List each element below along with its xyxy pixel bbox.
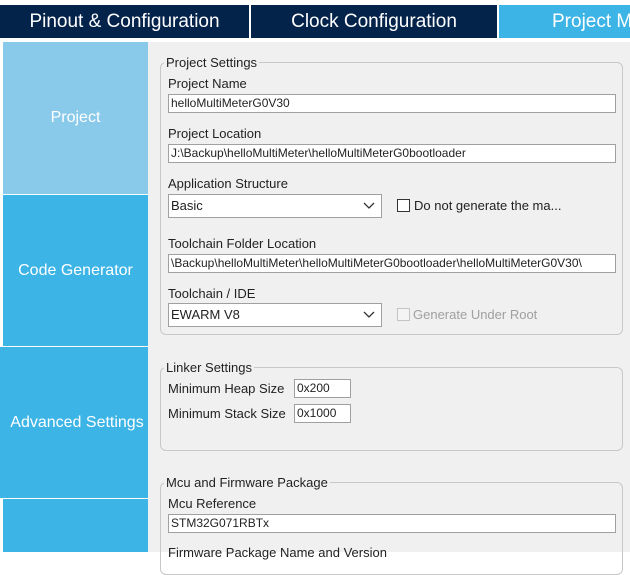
- project-location-label: Project Location: [168, 126, 262, 141]
- sidebar: Project Code Generator Advanced Settings: [0, 42, 148, 552]
- sidebar-item-code-generator[interactable]: Code Generator: [3, 195, 148, 346]
- mcu-firmware-package-legend: Mcu and Firmware Package: [166, 475, 328, 490]
- top-tab-bar: Pinout & Configuration Clock Configurati…: [0, 0, 630, 42]
- firmware-package-name-label: Firmware Package Name and Version: [168, 545, 387, 560]
- do-not-generate-checkbox[interactable]: [397, 199, 410, 212]
- application-structure-select[interactable]: Basic: [168, 194, 382, 218]
- project-manager-panel: Project Settings Project Name helloMulti…: [148, 42, 630, 575]
- chevron-down-icon: [363, 311, 375, 318]
- project-name-field[interactable]: helloMultiMeterG0V30: [168, 94, 616, 113]
- min-stack-field[interactable]: 0x1000: [294, 404, 351, 423]
- mcu-reference-field[interactable]: STM32G071RBTx: [168, 514, 616, 533]
- min-heap-field[interactable]: 0x200: [294, 379, 351, 398]
- mcu-reference-label: Mcu Reference: [168, 496, 257, 511]
- toolchain-folder-field[interactable]: \Backup\helloMultiMeter\helloMultiMeterG…: [168, 254, 616, 273]
- tab-project-manager[interactable]: Project Manager: [499, 5, 630, 38]
- project-location-field[interactable]: J:\Backup\helloMultiMeter\helloMultiMete…: [168, 144, 616, 163]
- chevron-down-icon: [363, 202, 375, 209]
- project-settings-legend: Project Settings: [166, 55, 258, 70]
- application-structure-value: Basic: [171, 198, 203, 213]
- linker-settings-legend: Linker Settings: [166, 360, 252, 375]
- sidebar-item-advanced-settings[interactable]: Advanced Settings: [0, 347, 148, 498]
- toolchain-ide-label: Toolchain / IDE: [168, 286, 256, 301]
- tab-clock-configuration[interactable]: Clock Configuration: [251, 5, 497, 38]
- toolchain-ide-select[interactable]: EWARM V8: [168, 303, 382, 327]
- sidebar-item-label: Advanced Settings: [10, 413, 144, 431]
- tab-pinout-configuration[interactable]: Pinout & Configuration: [0, 5, 249, 38]
- sidebar-item-more[interactable]: [3, 499, 148, 552]
- application-structure-label: Application Structure: [168, 176, 288, 191]
- toolchain-folder-label: Toolchain Folder Location: [168, 236, 317, 251]
- generate-under-root-label: Generate Under Root: [413, 307, 538, 322]
- project-name-label: Project Name: [168, 76, 247, 91]
- sidebar-item-project[interactable]: Project: [3, 42, 148, 194]
- generate-under-root-checkbox[interactable]: [397, 308, 410, 321]
- min-stack-label: Minimum Stack Size: [168, 406, 286, 421]
- do-not-generate-label: Do not generate the ma...: [414, 198, 562, 213]
- sidebar-item-label: Project: [50, 109, 101, 126]
- sidebar-item-label: Code Generator: [18, 261, 133, 279]
- toolchain-ide-value: EWARM V8: [171, 307, 240, 322]
- min-heap-label: Minimum Heap Size: [168, 381, 285, 396]
